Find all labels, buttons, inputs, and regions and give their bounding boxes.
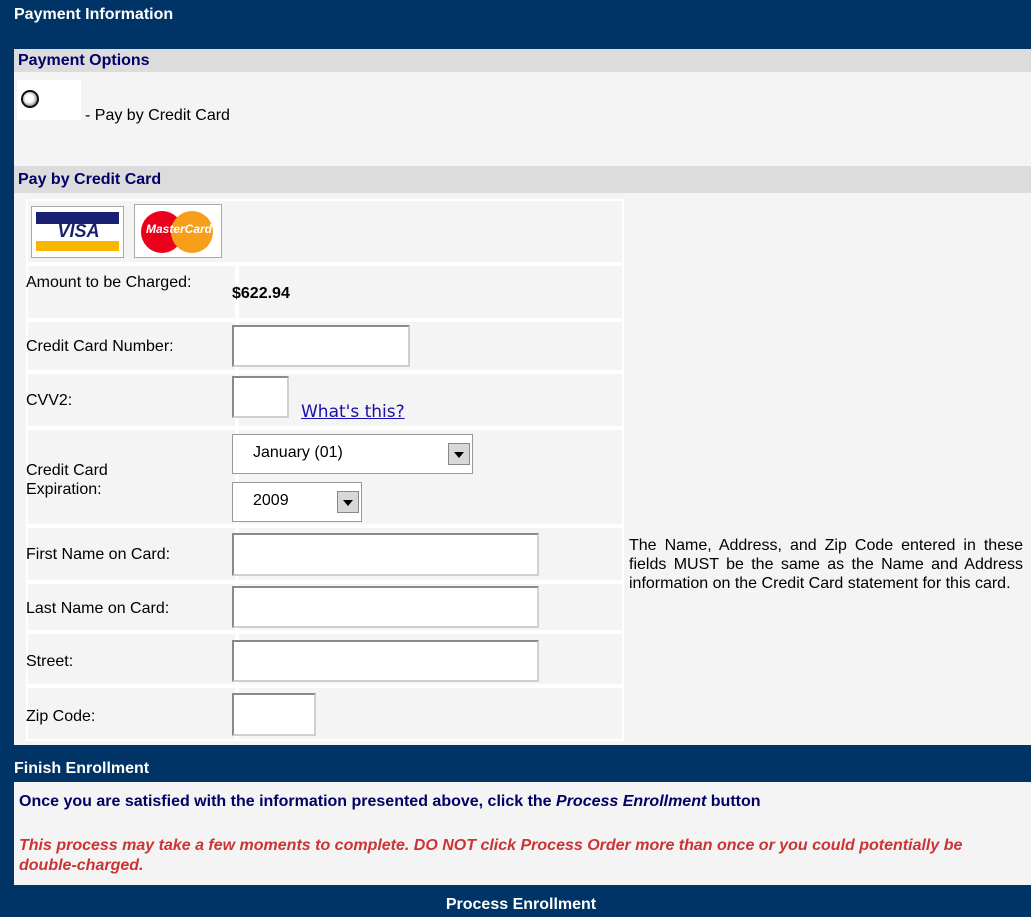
amount-value-cell <box>239 266 622 318</box>
double-charge-warning: This process may take a few moments to c… <box>19 837 963 874</box>
payment-options-header: Payment Options <box>14 49 1031 72</box>
first-name-input[interactable] <box>232 533 539 576</box>
expiration-year-select[interactable]: 2009 <box>232 482 362 522</box>
card-number-input[interactable] <box>232 325 410 367</box>
last-name-label: Last Name on Card: <box>26 600 170 617</box>
visa-logo-text: VISA <box>57 221 100 241</box>
expiration-year-value: 2009 <box>253 492 289 509</box>
finish-instruction-suffix: button <box>710 793 761 810</box>
amount-value: $622.94 <box>232 285 290 302</box>
finish-instruction-button-name: Process Enrollment <box>556 793 707 810</box>
cvv-help-link[interactable]: What's this? <box>301 402 405 422</box>
chevron-down-icon[interactable] <box>448 443 470 465</box>
finish-instruction-prefix: Once you are satisfied with the informat… <box>19 793 552 810</box>
billing-note: The Name, Address, and Zip Code entered … <box>629 537 1023 592</box>
payment-information-title: Payment Information <box>14 6 174 23</box>
expiration-month-select[interactable]: January (01) <box>232 434 473 474</box>
pay-by-credit-card-radio[interactable] <box>21 90 39 108</box>
expiration-month-value: January (01) <box>253 444 343 461</box>
payment-form: Payment Information Payment Options - Pa… <box>11 0 1031 917</box>
zip-label: Zip Code: <box>26 708 96 725</box>
cvv-input[interactable] <box>232 376 289 418</box>
pay-by-credit-card-header: Pay by Credit Card <box>14 166 1031 193</box>
zip-input[interactable] <box>232 693 316 736</box>
amount-label: Amount to be Charged: <box>26 274 192 291</box>
payment-information-header: Payment Information <box>11 0 1031 29</box>
finish-enrollment-header: Finish Enrollment <box>11 745 1031 782</box>
chevron-down-icon[interactable] <box>337 491 359 513</box>
first-name-label: First Name on Card: <box>26 546 171 563</box>
pay-by-credit-card-title: Pay by Credit Card <box>18 171 162 188</box>
street-label: Street: <box>26 653 74 670</box>
payment-options-title: Payment Options <box>18 52 150 69</box>
visa-logo: VISA <box>31 206 124 258</box>
expiration-label: Credit Card Expiration: <box>26 462 108 498</box>
process-enrollment-button[interactable]: Process Enrollment <box>11 893 1031 917</box>
cvv-label: CVV2: <box>26 392 73 409</box>
mastercard-logo: MasterCard <box>134 204 222 258</box>
finish-enrollment-title: Finish Enrollment <box>14 760 150 777</box>
last-name-input[interactable] <box>232 586 539 628</box>
card-number-label: Credit Card Number: <box>26 338 174 355</box>
mastercard-logo-text: MasterCard <box>145 222 213 236</box>
cvv-input-cell <box>239 374 622 426</box>
finish-instruction: Once you are satisfied with the informat… <box>19 793 761 811</box>
street-input[interactable] <box>232 640 539 682</box>
pay-by-credit-card-label: - Pay by Credit Card <box>85 107 230 124</box>
